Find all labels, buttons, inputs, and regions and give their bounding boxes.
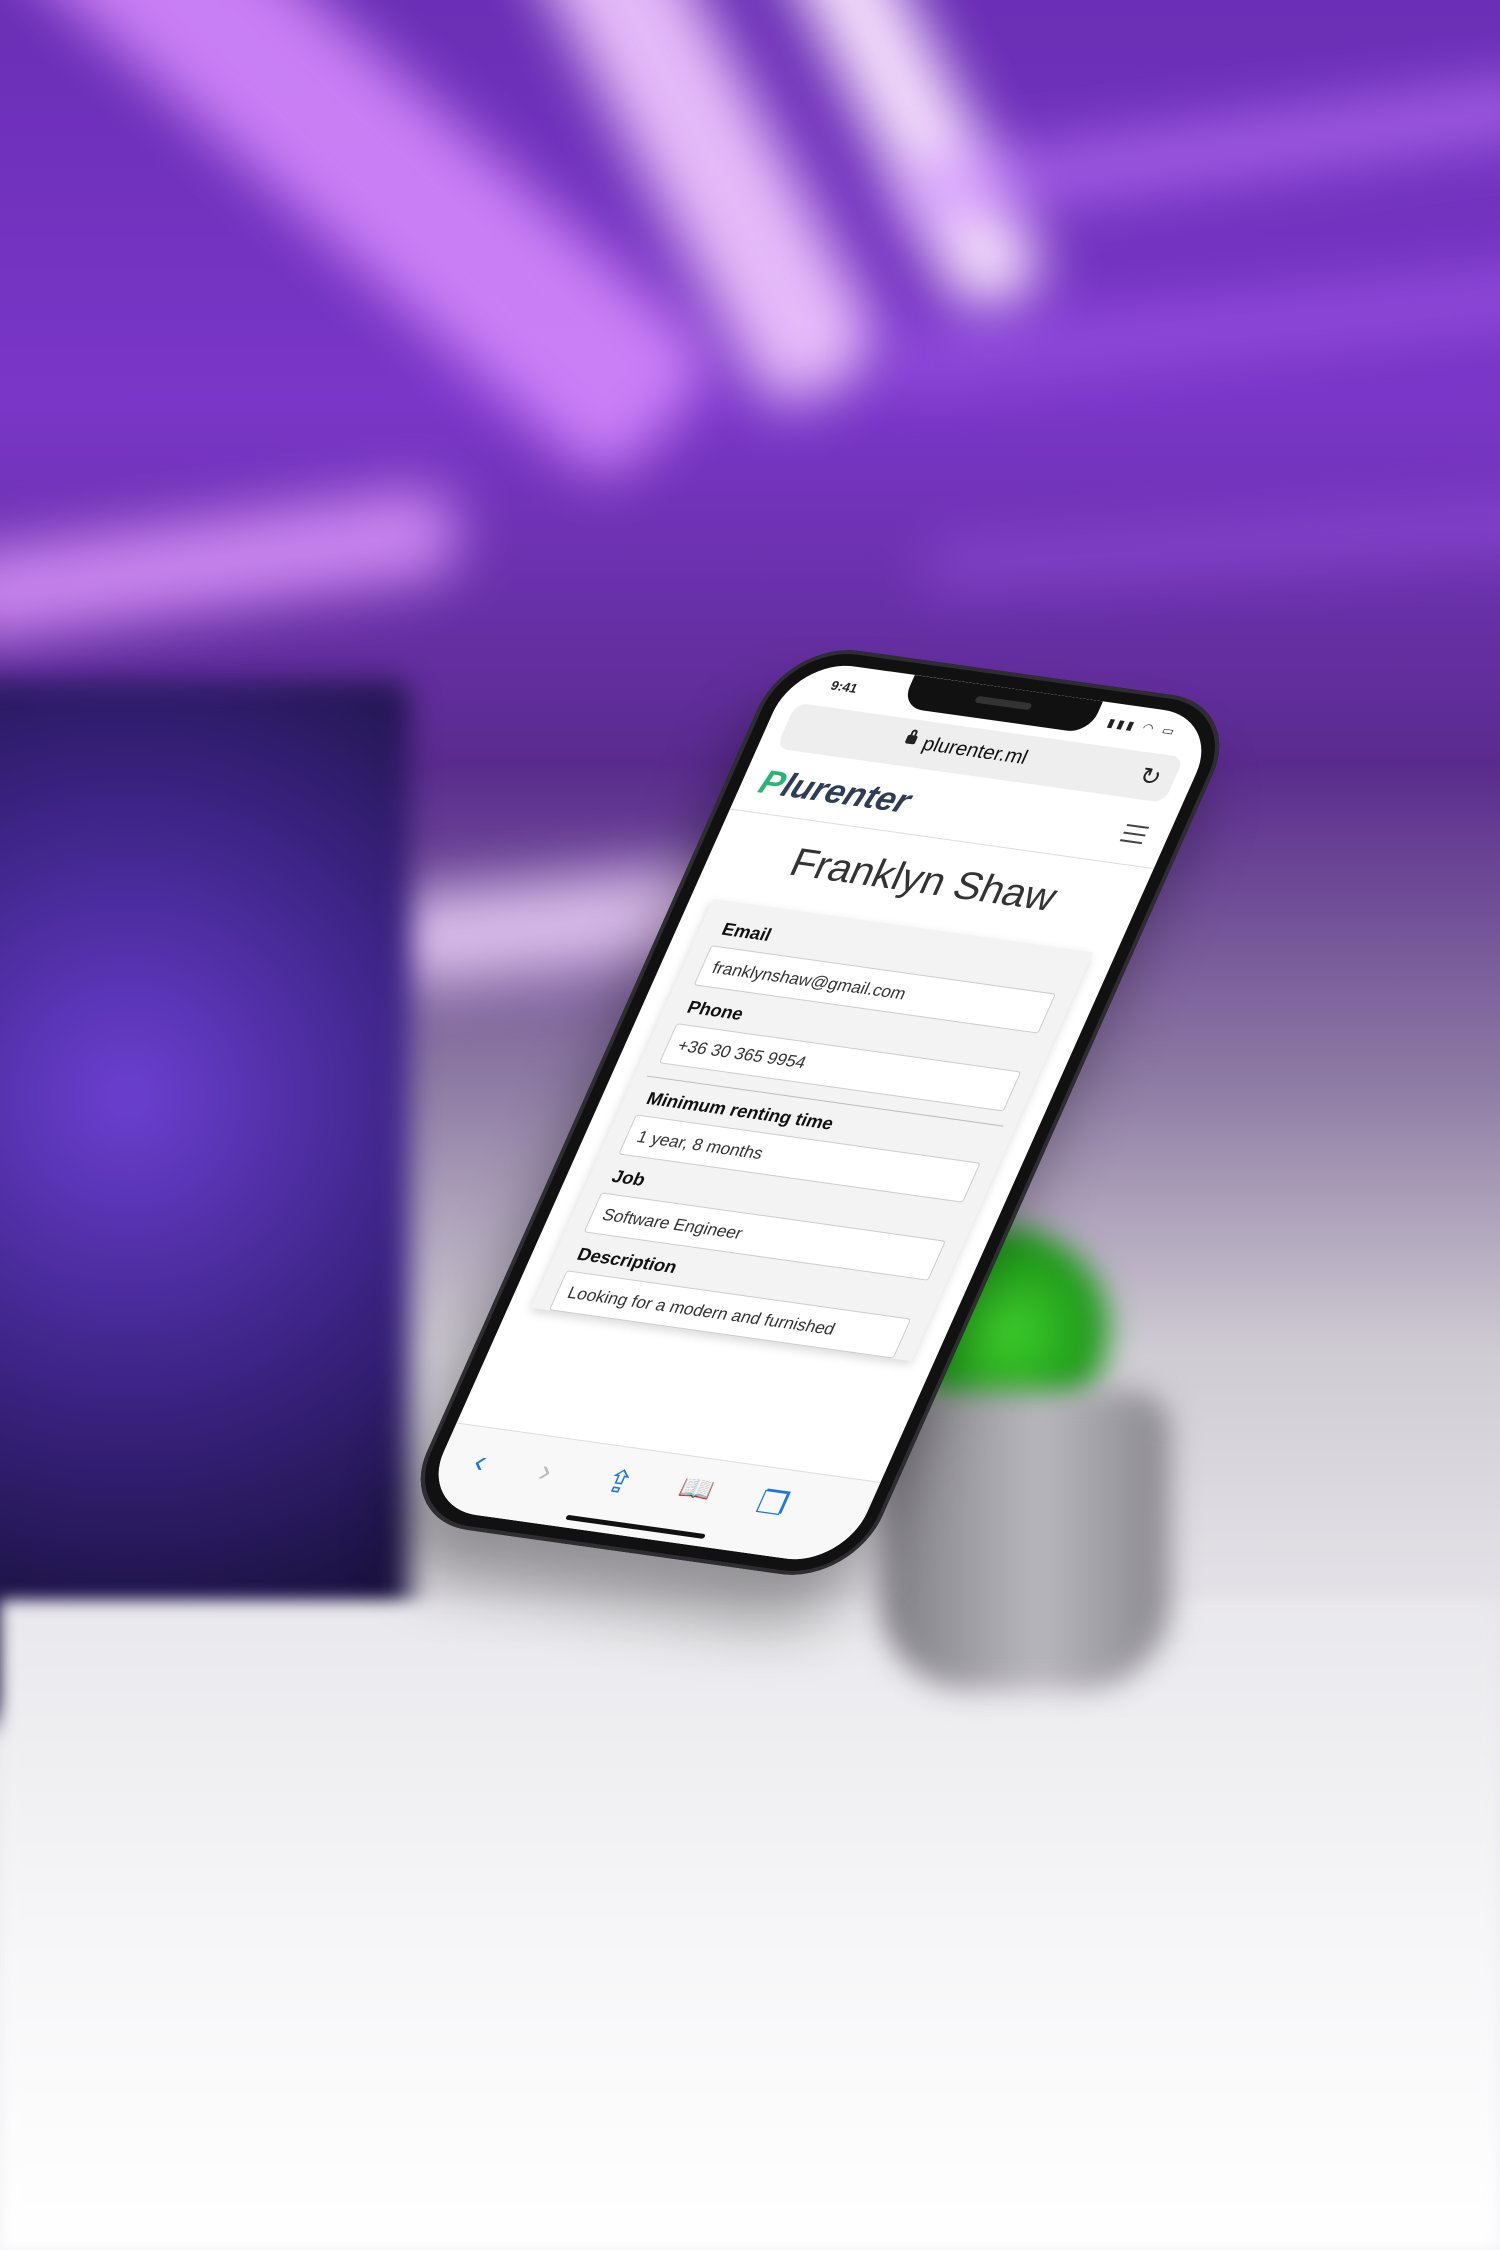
logo-text: lurenter (775, 766, 917, 821)
back-icon[interactable]: ‹ (468, 1443, 494, 1480)
forward-icon[interactable]: › (533, 1453, 559, 1490)
address-url[interactable]: plurenter.ml (918, 733, 1031, 769)
home-indicator (565, 1514, 706, 1539)
hamburger-menu-icon[interactable] (1117, 823, 1150, 850)
phone-label: Phone (684, 997, 747, 1024)
status-time: 9:41 (828, 677, 861, 696)
lock-icon (904, 734, 919, 745)
bookmarks-icon[interactable]: 📖 (674, 1472, 720, 1506)
profile-card: Email franklynshaw@gmail.com Phone +36 3… (531, 899, 1094, 1362)
browser-toolbar: ‹ › ⇪ 📖 ❐ (419, 1422, 881, 1567)
email-field[interactable]: franklynshaw@gmail.com (693, 945, 1056, 1034)
job-label: Job (608, 1166, 649, 1190)
status-icons: ▮▮▮ ◠ ▭ (1105, 715, 1180, 739)
description-field[interactable]: Looking for a modern and furnished (548, 1270, 912, 1359)
email-label: Email (718, 919, 775, 945)
phone-screen: 9:41 ▮▮▮ ◠ ▭ plurenter.ml ↻ Plurenter Fr… (419, 658, 1221, 1567)
reload-icon[interactable]: ↻ (1134, 762, 1166, 792)
share-icon[interactable]: ⇪ (598, 1462, 641, 1502)
smartphone: 9:41 ▮▮▮ ◠ ▭ plurenter.ml ↻ Plurenter Fr… (396, 640, 1244, 1585)
site-logo[interactable]: Plurenter (753, 764, 917, 822)
tabs-icon[interactable]: ❐ (750, 1483, 795, 1523)
